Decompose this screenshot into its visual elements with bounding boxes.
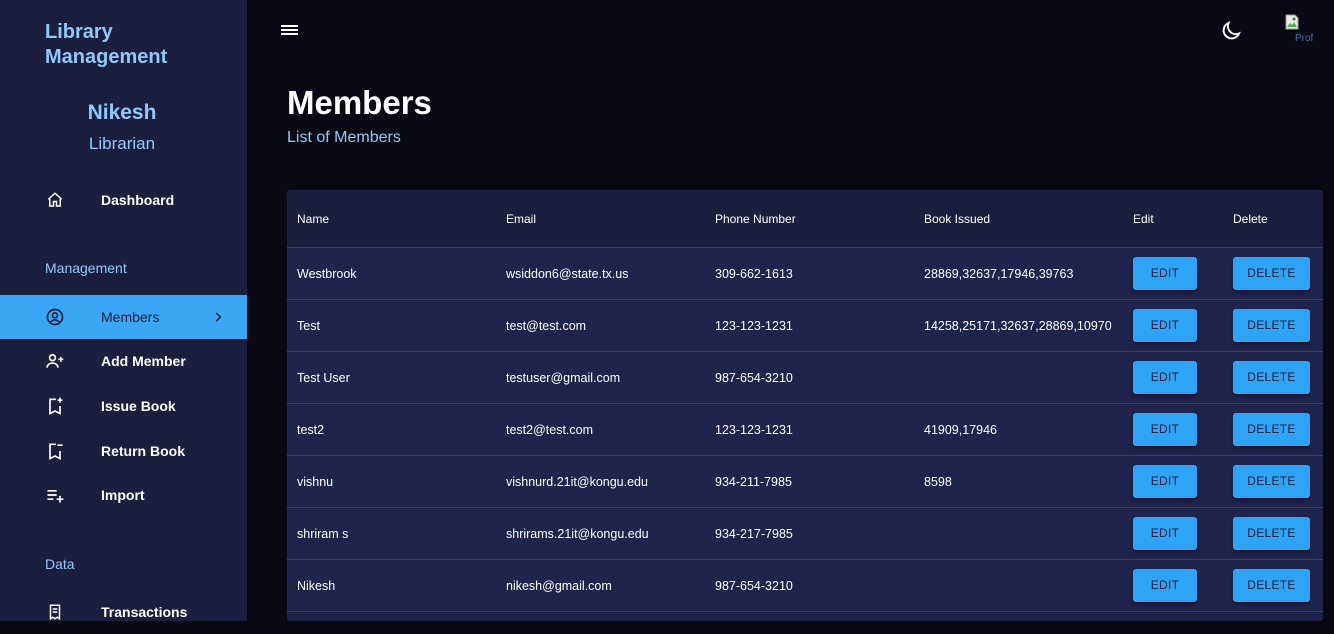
delete-button[interactable]: DELETE bbox=[1233, 465, 1310, 498]
cell-phone: 934-211-7985 bbox=[705, 455, 914, 508]
members-table: Name Email Phone Number Book Issued Edit… bbox=[287, 190, 1323, 621]
sidebar-item-return-book[interactable]: Return Book bbox=[0, 429, 247, 473]
bookmark-add-icon bbox=[45, 396, 65, 416]
table-row: Test User testuser@gmail.com 987-654-321… bbox=[287, 351, 1323, 404]
sidebar: Library Management Nikesh Librarian Dash… bbox=[0, 0, 247, 621]
sidebar-item-label: Return Book bbox=[101, 443, 185, 459]
cell-books bbox=[914, 507, 1123, 560]
cell-name: vishnu bbox=[287, 455, 496, 508]
cell-phone: 123-123-1231 bbox=[705, 299, 914, 352]
table-row: test2 test2@test.com 123-123-1231 41909,… bbox=[287, 403, 1323, 456]
delete-button[interactable]: DELETE bbox=[1233, 517, 1310, 550]
cell-phone: 934-217-7985 bbox=[705, 507, 914, 560]
table-row: Nikesh nikesh@gmail.com 987-654-3210 EDI… bbox=[287, 559, 1323, 612]
cell-phone: 309-662-1613 bbox=[705, 247, 914, 300]
cell-phone: 987-654-3210 bbox=[705, 559, 914, 612]
delete-button[interactable]: DELETE bbox=[1233, 361, 1310, 394]
app-brand: Library Management bbox=[45, 21, 168, 68]
cell-email: test@test.com bbox=[496, 299, 705, 352]
table-row: Test test@test.com 123-123-1231 14258,25… bbox=[287, 299, 1323, 352]
sidebar-item-label: Transactions bbox=[101, 604, 188, 620]
cell-email: test2@test.com bbox=[496, 403, 705, 456]
edit-button[interactable]: EDIT bbox=[1133, 465, 1197, 498]
cell-email: vishnurd.21it@kongu.edu bbox=[496, 455, 705, 508]
cell-name: test2 bbox=[287, 403, 496, 456]
cell-name: Westbrook bbox=[287, 247, 496, 300]
sidebar-item-label: Dashboard bbox=[101, 192, 175, 208]
column-header-books: Book Issued bbox=[914, 190, 1123, 248]
user-name: Nikesh bbox=[87, 101, 157, 124]
user-role: Librarian bbox=[88, 134, 156, 153]
bookmark-remove-icon bbox=[45, 441, 65, 461]
avatar-alt-text: Profil bbox=[1295, 33, 1313, 44]
cell-books: 41909,17946 bbox=[914, 403, 1123, 456]
menu-toggle-button[interactable] bbox=[280, 21, 300, 39]
page-subtitle: List of Members bbox=[287, 129, 401, 146]
delete-button[interactable]: DELETE bbox=[1233, 413, 1310, 446]
section-data-label: Data bbox=[45, 556, 75, 572]
account-circle-icon bbox=[45, 307, 65, 327]
edit-button[interactable]: EDIT bbox=[1133, 569, 1197, 602]
edit-button[interactable]: EDIT bbox=[1133, 413, 1197, 446]
theme-toggle-button[interactable] bbox=[1219, 19, 1243, 43]
sidebar-item-label: Add Member bbox=[101, 353, 186, 369]
cell-name: Test User bbox=[287, 351, 496, 404]
dark-mode-moon-icon bbox=[1219, 21, 1243, 47]
edit-button[interactable]: EDIT bbox=[1133, 257, 1197, 290]
cell-phone: 987-654-3210 bbox=[705, 351, 914, 404]
avatar[interactable]: Profil bbox=[1283, 14, 1313, 44]
table-row: shriram s shrirams.21it@kongu.edu 934-21… bbox=[287, 507, 1323, 560]
receipt-icon bbox=[45, 602, 65, 622]
hamburger-menu-icon bbox=[280, 25, 300, 43]
cell-email: wsiddon6@state.tx.us bbox=[496, 247, 705, 300]
cell-email: nikesh@gmail.com bbox=[496, 559, 705, 612]
page-title: Members bbox=[287, 84, 432, 121]
cell-name: Nikesh bbox=[287, 559, 496, 612]
cell-books: 8598 bbox=[914, 455, 1123, 508]
playlist-add-icon bbox=[45, 485, 65, 505]
person-add-icon bbox=[45, 351, 65, 371]
column-header-phone: Phone Number bbox=[705, 190, 914, 248]
cell-email: shrirams.21it@kongu.edu bbox=[496, 507, 705, 560]
cell-books: 14258,25171,32637,28869,10970 bbox=[914, 299, 1123, 352]
edit-button[interactable]: EDIT bbox=[1133, 361, 1197, 394]
sidebar-item-issue-book[interactable]: Issue Book bbox=[0, 384, 247, 428]
column-header-name: Name bbox=[287, 190, 496, 248]
cell-books: 28869,32637,17946,39763 bbox=[914, 247, 1123, 300]
edit-button[interactable]: EDIT bbox=[1133, 517, 1197, 550]
sidebar-item-dashboard[interactable]: Dashboard bbox=[0, 178, 247, 222]
sidebar-item-label: Members bbox=[101, 309, 160, 325]
sidebar-item-label: Issue Book bbox=[101, 398, 176, 414]
table-header-row: Name Email Phone Number Book Issued Edit… bbox=[287, 190, 1323, 248]
table-row: vishnu vishnurd.21it@kongu.edu 934-211-7… bbox=[287, 455, 1323, 508]
sidebar-item-add-member[interactable]: Add Member bbox=[0, 339, 247, 383]
sidebar-item-label: Import bbox=[101, 487, 145, 503]
section-management-label: Management bbox=[45, 260, 127, 276]
cell-books bbox=[914, 351, 1123, 404]
column-header-delete: Delete bbox=[1223, 190, 1323, 248]
sidebar-item-import[interactable]: Import bbox=[0, 473, 247, 517]
sidebar-item-transactions[interactable]: Transactions bbox=[0, 590, 247, 634]
cell-books bbox=[914, 559, 1123, 612]
delete-button[interactable]: DELETE bbox=[1233, 309, 1310, 342]
edit-button[interactable]: EDIT bbox=[1133, 309, 1197, 342]
broken-image-icon bbox=[1285, 14, 1299, 30]
table-row: Westbrook wsiddon6@state.tx.us 309-662-1… bbox=[287, 247, 1323, 300]
cell-name: shriram s bbox=[287, 507, 496, 560]
delete-button[interactable]: DELETE bbox=[1233, 569, 1310, 602]
cell-name: Test bbox=[287, 299, 496, 352]
column-header-email: Email bbox=[496, 190, 705, 248]
cell-email: testuser@gmail.com bbox=[496, 351, 705, 404]
chevron-right-icon bbox=[211, 310, 225, 324]
cell-phone: 123-123-1231 bbox=[705, 403, 914, 456]
sidebar-item-members[interactable]: Members bbox=[0, 295, 247, 339]
column-header-edit: Edit bbox=[1123, 190, 1223, 248]
home-icon bbox=[45, 190, 65, 210]
delete-button[interactable]: DELETE bbox=[1233, 257, 1310, 290]
